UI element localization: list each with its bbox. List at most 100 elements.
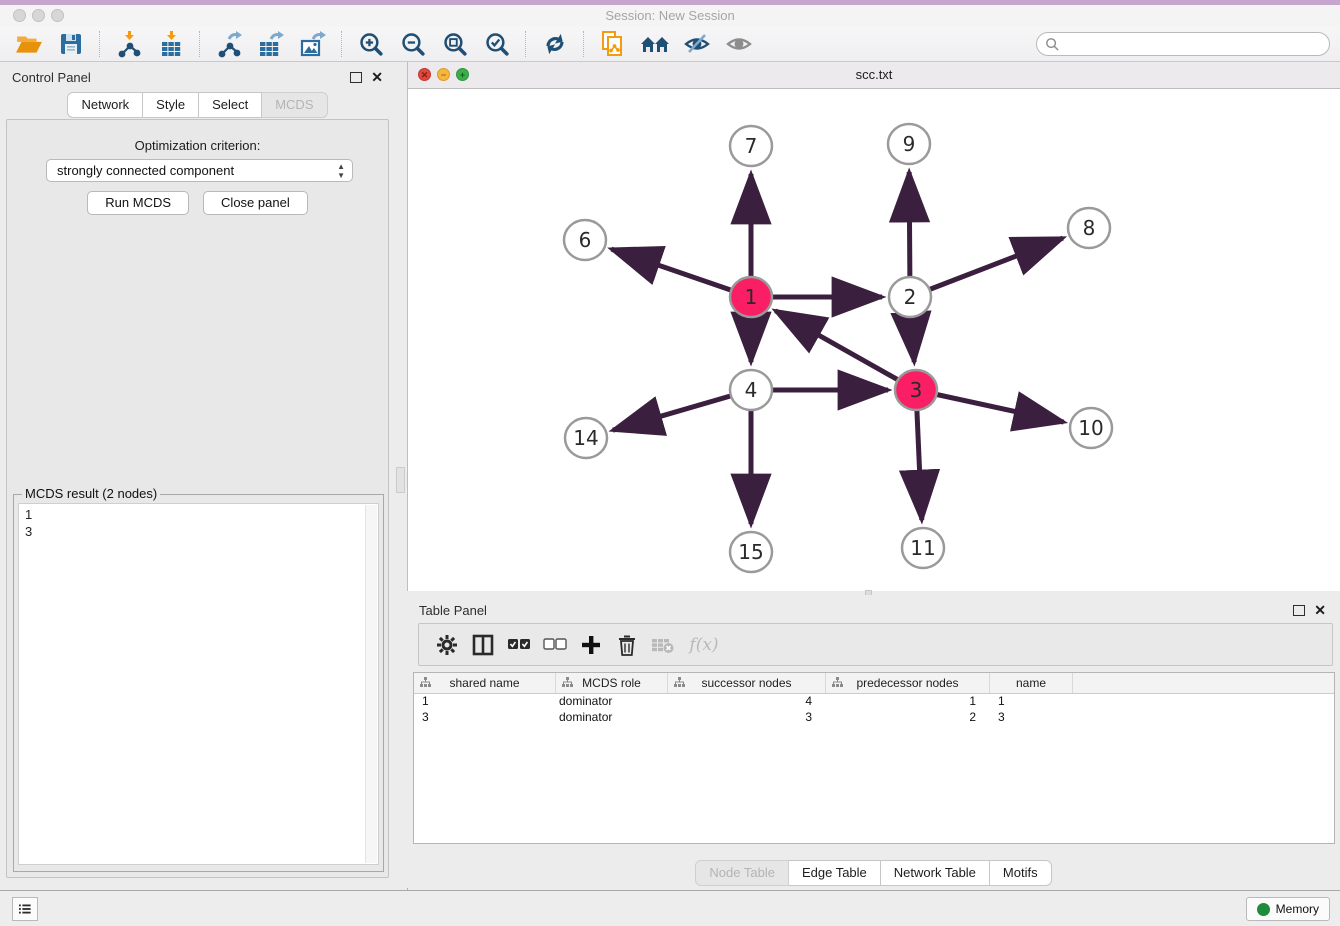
tab-network-table[interactable]: Network Table xyxy=(881,860,990,886)
column-header-mcds-role[interactable]: MCDS role xyxy=(556,673,668,693)
zoom-fit-button[interactable] xyxy=(437,29,473,59)
deselect-all-columns-button[interactable] xyxy=(538,628,572,662)
tab-edge-table[interactable]: Edge Table xyxy=(789,860,881,886)
open-folder-icon xyxy=(15,31,43,57)
toolbar-separator xyxy=(583,31,585,57)
import-network-button[interactable] xyxy=(111,29,147,59)
table-panel: Table Panel ✕ xyxy=(407,595,1340,888)
network-view-title: scc.txt xyxy=(408,67,1340,82)
close-panel-icon[interactable]: ✕ xyxy=(371,72,383,82)
close-table-panel-icon[interactable]: ✕ xyxy=(1314,605,1326,615)
new-network-from-selection-button[interactable] xyxy=(595,29,631,59)
zoom-out-icon xyxy=(400,31,427,58)
hide-graphics-details-button[interactable] xyxy=(679,29,715,59)
close-panel-button[interactable]: Close panel xyxy=(203,191,308,215)
graph-node-label-11: 11 xyxy=(910,536,935,560)
network-graph-canvas[interactable]: 7968124314101511 xyxy=(408,88,1339,591)
column-header-successor-nodes[interactable]: successor nodes xyxy=(668,673,826,693)
delete-column-button[interactable] xyxy=(610,628,644,662)
table-row[interactable]: 1 dominator 4 1 1 xyxy=(414,694,1334,710)
optimization-criterion-select[interactable]: strongly connected component ▲▼ xyxy=(46,159,353,182)
graph-node-label-4: 4 xyxy=(745,378,758,402)
import-table-icon xyxy=(158,30,184,58)
column-type-icon xyxy=(674,677,685,688)
show-graphics-details-button[interactable] xyxy=(721,29,757,59)
cell-successor-nodes: 4 xyxy=(668,694,826,710)
status-bar: Memory xyxy=(0,890,1340,926)
refresh-layout-button[interactable] xyxy=(537,29,573,59)
table-tabs: Node Table Edge Table Network Table Moti… xyxy=(407,860,1340,886)
tab-style[interactable]: Style xyxy=(143,92,199,118)
delete-table-button[interactable] xyxy=(646,628,680,662)
optimization-criterion-label: Optimization criterion: xyxy=(7,138,388,153)
search-field[interactable] xyxy=(1036,32,1330,56)
column-header-name[interactable]: name xyxy=(990,673,1073,693)
zoom-out-button[interactable] xyxy=(395,29,431,59)
titlebar-accent-strip xyxy=(0,0,1340,5)
select-all-columns-button[interactable] xyxy=(502,628,536,662)
search-icon xyxy=(1045,37,1060,52)
graph-edge-3-10[interactable] xyxy=(916,390,1064,422)
table-panel-title: Table Panel xyxy=(419,603,1293,618)
graph-node-label-15: 15 xyxy=(738,540,763,564)
table-settings-button[interactable] xyxy=(430,628,464,662)
column-header-predecessor-nodes[interactable]: predecessor nodes xyxy=(826,673,990,693)
column-header-shared-name[interactable]: shared name xyxy=(414,673,556,693)
memory-button[interactable]: Memory xyxy=(1246,897,1330,921)
cell-shared-name: 1 xyxy=(414,694,556,710)
graph-node-label-1: 1 xyxy=(745,285,758,309)
graph-edge-2-8[interactable] xyxy=(910,238,1063,297)
run-mcds-button[interactable]: Run MCDS xyxy=(87,191,189,215)
memory-label: Memory xyxy=(1276,902,1319,916)
split-view-button[interactable] xyxy=(466,628,500,662)
first-neighbors-button[interactable] xyxy=(637,29,673,59)
new-network-document-icon xyxy=(600,30,626,58)
add-column-button[interactable] xyxy=(574,628,608,662)
search-input[interactable] xyxy=(1064,34,1329,54)
node-table[interactable]: shared name MCDS role successor nodes pr… xyxy=(413,672,1335,844)
function-builder-button[interactable]: f(x) xyxy=(682,628,726,662)
app-titlebar: Session: New Session xyxy=(0,0,1340,28)
mcds-result-textarea[interactable]: 1 3 xyxy=(18,503,379,865)
tab-network[interactable]: Network xyxy=(67,92,143,118)
tab-node-table[interactable]: Node Table xyxy=(695,860,789,886)
network-window-titlebar[interactable]: ✕ − + scc.txt xyxy=(408,62,1340,89)
list-icon xyxy=(19,902,31,916)
graph-edge-3-1[interactable] xyxy=(775,311,916,390)
graph-node-label-8: 8 xyxy=(1083,216,1096,240)
graph-node-label-9: 9 xyxy=(903,132,916,156)
save-session-button[interactable] xyxy=(53,29,89,59)
tab-mcds[interactable]: MCDS xyxy=(262,92,327,118)
open-session-button[interactable] xyxy=(11,29,47,59)
memory-status-icon xyxy=(1257,903,1270,916)
export-image-icon xyxy=(299,30,327,58)
network-view-window: ✕ − + scc.txt 7968124314101511 xyxy=(407,62,1340,591)
fx-icon: f(x) xyxy=(689,635,718,655)
checked-checkboxes-icon xyxy=(507,638,531,651)
tab-select[interactable]: Select xyxy=(199,92,262,118)
export-table-button[interactable] xyxy=(253,29,289,59)
gear-icon xyxy=(436,634,458,656)
zoom-in-button[interactable] xyxy=(353,29,389,59)
task-history-button[interactable] xyxy=(12,897,38,921)
export-network-button[interactable] xyxy=(211,29,247,59)
graph-node-label-6: 6 xyxy=(579,228,592,252)
splitter-handle[interactable] xyxy=(396,467,405,493)
eye-icon xyxy=(725,31,753,57)
eye-slash-icon xyxy=(683,31,711,57)
result-line: 3 xyxy=(25,523,372,540)
tab-motifs[interactable]: Motifs xyxy=(990,860,1052,886)
result-scrollbar[interactable] xyxy=(365,505,377,863)
zoom-selected-button[interactable] xyxy=(479,29,515,59)
cell-name: 1 xyxy=(990,694,1073,710)
zoom-fit-icon xyxy=(442,31,469,58)
export-image-button[interactable] xyxy=(295,29,331,59)
import-table-button[interactable] xyxy=(153,29,189,59)
float-panel-icon[interactable] xyxy=(350,72,362,83)
table-row[interactable]: 3 dominator 3 2 3 xyxy=(414,710,1334,726)
cell-predecessor-nodes: 1 xyxy=(826,694,990,710)
graph-node-label-10: 10 xyxy=(1078,416,1103,440)
cell-name: 3 xyxy=(990,710,1073,726)
float-table-panel-icon[interactable] xyxy=(1293,605,1305,616)
toolbar-separator xyxy=(525,31,527,57)
